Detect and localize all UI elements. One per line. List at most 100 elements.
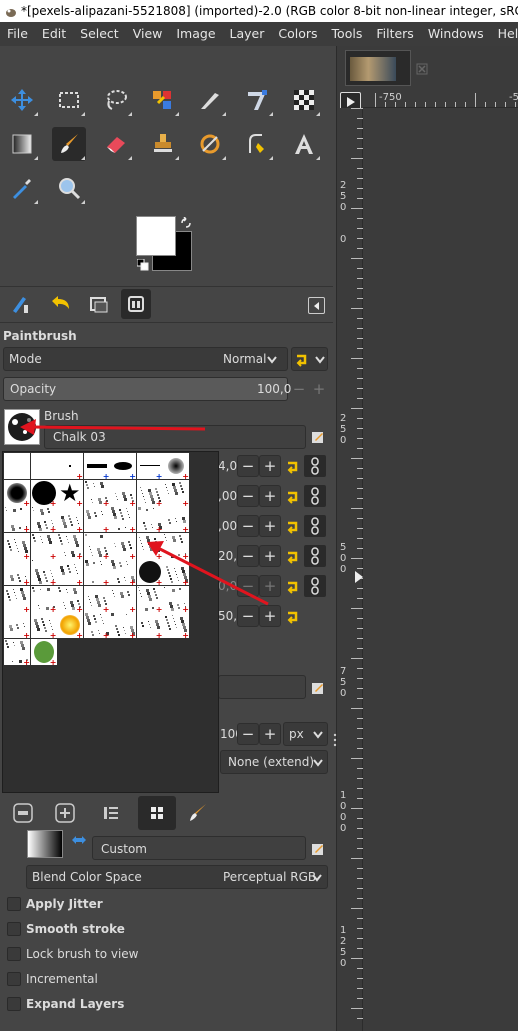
eraser-tool[interactable] <box>99 127 133 161</box>
spacing-decrease-button[interactable]: − <box>237 545 259 567</box>
brush-thumbnail[interactable] <box>30 453 57 479</box>
aspect-decrease-button[interactable]: − <box>237 485 259 507</box>
tab-tool-options[interactable] <box>5 289 35 319</box>
menu-layer[interactable]: Layer <box>223 22 272 46</box>
image-tab[interactable] <box>345 50 428 86</box>
apply-jitter-checkbox[interactable] <box>7 897 21 911</box>
brush-thumbnail[interactable]: + <box>30 532 57 560</box>
brush-thumbnail[interactable]: + <box>110 479 136 507</box>
close-tab-icon[interactable] <box>416 63 428 75</box>
tab-images[interactable] <box>84 289 114 319</box>
gradient-tool[interactable] <box>5 127 39 161</box>
spacing-link-button[interactable] <box>304 545 326 567</box>
tab-list-view[interactable] <box>96 798 126 828</box>
brush-thumbnail[interactable]: + <box>30 612 57 640</box>
brush-thumbnail[interactable]: + <box>83 585 110 613</box>
size-increase-button[interactable]: + <box>259 455 281 477</box>
rect-select-tool[interactable] <box>52 83 86 117</box>
panel-resize-grip[interactable] <box>333 733 337 747</box>
brush-thumbnail[interactable]: + <box>163 453 189 481</box>
opacity-decrease-button[interactable]: − <box>288 378 310 400</box>
aspect-increase-button[interactable]: + <box>259 485 281 507</box>
unit-dropdown[interactable]: px <box>283 722 328 746</box>
blend-color-space-dropdown[interactable]: Blend Color Space Perceptual RGB <box>26 865 328 889</box>
brush-thumbnail[interactable]: + <box>136 612 163 640</box>
tab-grid-view[interactable] <box>138 796 176 830</box>
brush-thumbnail[interactable]: + <box>4 479 30 507</box>
hardness-reset-button[interactable] <box>283 575 305 597</box>
brush-thumbnail[interactable]: + <box>163 532 189 560</box>
opacity-slider[interactable]: Opacity 100,0 <box>3 377 291 401</box>
brush-thumbnail[interactable]: + <box>110 612 136 640</box>
paths-tool[interactable] <box>240 127 274 161</box>
brush-thumbnail[interactable]: + <box>30 638 57 666</box>
brush-thumbnail[interactable]: + <box>4 638 30 666</box>
brush-thumbnail[interactable]: + <box>83 559 110 587</box>
aspect-reset-button[interactable] <box>283 485 305 507</box>
brush-thumbnail[interactable]: + <box>4 532 30 560</box>
menu-view[interactable]: View <box>126 22 170 46</box>
brush-thumbnail[interactable]: + <box>4 506 30 534</box>
brush-thumbnail[interactable]: + <box>30 506 57 534</box>
edit-brush-icon[interactable] <box>311 430 325 444</box>
menu-windows[interactable]: Windows <box>421 22 491 46</box>
brush-thumbnail[interactable]: + <box>30 585 57 613</box>
hardness-decrease-button[interactable]: − <box>237 575 259 597</box>
brush-thumbnail[interactable]: + <box>83 612 110 640</box>
clone-tool[interactable] <box>146 127 180 161</box>
menu-help[interactable]: Help <box>491 22 518 46</box>
spacing-reset-button[interactable] <box>283 545 305 567</box>
lock-brush-checkbox[interactable] <box>7 947 21 961</box>
brush-name-field[interactable]: Chalk 03 <box>44 425 306 449</box>
transform-tool[interactable] <box>240 83 274 117</box>
tab-brushes-small[interactable] <box>8 798 38 828</box>
brush-thumbnail[interactable]: ★ + <box>57 479 83 507</box>
horizontal-ruler[interactable]: -750 -5 <box>363 91 518 108</box>
edit-gradient-icon[interactable] <box>311 842 325 856</box>
reverse-gradient-icon[interactable] <box>71 835 87 845</box>
brush-thumbnail[interactable]: + <box>57 532 83 560</box>
dynamics-field[interactable] <box>218 675 306 699</box>
tab-device-status[interactable] <box>121 289 151 319</box>
brush-thumbnail[interactable]: + <box>110 506 136 534</box>
brush-thumbnail[interactable]: + <box>136 532 163 560</box>
crop-tool[interactable] <box>193 83 227 117</box>
brush-thumbnail[interactable]: + <box>57 453 83 481</box>
brush-thumbnail[interactable]: + <box>110 559 136 587</box>
tab-edit-brush[interactable] <box>182 798 212 828</box>
brush-thumbnail[interactable]: + <box>4 585 30 613</box>
menu-image[interactable]: Image <box>169 22 222 46</box>
angle-reset-button[interactable] <box>283 515 305 537</box>
brush-thumbnail[interactable]: + <box>136 585 163 613</box>
repeat-dropdown[interactable]: None (extend) <box>220 750 328 774</box>
brush-thumbnail[interactable]: + <box>136 479 163 507</box>
brush-thumbnail[interactable]: + <box>83 506 110 534</box>
brush-thumbnail[interactable]: + <box>110 532 136 560</box>
fade-increase-button[interactable]: + <box>259 723 281 745</box>
lasso-tool[interactable] <box>99 83 133 117</box>
brush-thumbnail[interactable]: + <box>83 479 110 507</box>
menu-tools[interactable]: Tools <box>325 22 370 46</box>
expand-layers-checkbox[interactable] <box>7 997 21 1011</box>
size-link-button[interactable] <box>304 455 326 477</box>
brush-thumbnail[interactable]: + <box>57 506 83 534</box>
brush-thumbnail[interactable]: + <box>163 585 189 613</box>
edit-dynamics-icon[interactable] <box>311 681 325 695</box>
smooth-stroke-checkbox[interactable] <box>7 922 21 936</box>
brush-thumbnail[interactable]: + <box>163 559 189 587</box>
brush-thumbnail[interactable]: + <box>30 559 57 587</box>
menu-select[interactable]: Select <box>73 22 126 46</box>
default-colors-icon[interactable] <box>137 259 149 271</box>
angle-increase-button[interactable]: + <box>259 515 281 537</box>
force-reset-button[interactable] <box>283 605 305 627</box>
paintbrush-tool[interactable] <box>52 127 86 161</box>
brush-thumbnail[interactable]: + <box>163 612 189 640</box>
brush-thumbnail[interactable]: + <box>136 506 163 534</box>
tab-patterns[interactable] <box>50 798 80 828</box>
smudge-tool[interactable] <box>193 127 227 161</box>
menu-file[interactable]: File <box>0 22 35 46</box>
hardness-link-button[interactable] <box>304 575 326 597</box>
brush-thumbnail[interactable]: + <box>57 585 83 613</box>
move-tool[interactable] <box>5 83 39 117</box>
fuzzy-select-tool[interactable] <box>146 83 180 117</box>
